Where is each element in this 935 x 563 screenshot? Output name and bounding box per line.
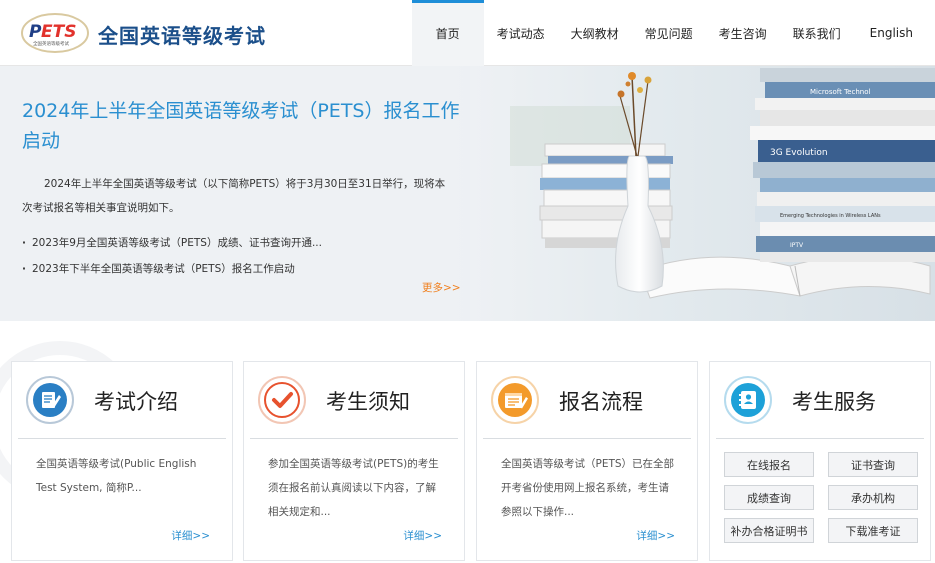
- card-divider: [250, 438, 458, 439]
- news-list: 2023年9月全国英语等级考试（PETS）成绩、证书查询开通... 2023年下…: [22, 230, 462, 282]
- card-summary: 参加全国英语等级考试(PETS)的考生须在报名前认真阅读以下内容，了解相关规定和…: [268, 458, 439, 518]
- nav-home[interactable]: 首页: [411, 0, 484, 66]
- pets-logo[interactable]: P ETS 全国英语等级考试: [20, 12, 90, 54]
- site-header: P ETS 全国英语等级考试 全国英语等级考试 首页 考试动态 大纲教材 常见问…: [0, 0, 935, 66]
- card-divider: [483, 438, 691, 439]
- service-download-admission-ticket-button[interactable]: 下载准考证: [828, 518, 918, 543]
- card-summary: 全国英语等级考试(Public English Test System, 简称P…: [36, 458, 197, 494]
- news-more-link[interactable]: 更多>>: [422, 280, 461, 295]
- checkmark-icon: [258, 376, 306, 424]
- services-grid: 在线报名 证书查询 成绩查询 承办机构 补办合格证明书 下载准考证: [724, 452, 920, 543]
- card-title[interactable]: 考生服务: [792, 386, 876, 416]
- banner-description: 2024年上半年全国英语等级考试（以下简称PETS）将于3月30日至31日举行，…: [22, 178, 446, 214]
- service-online-registration-button[interactable]: 在线报名: [724, 452, 814, 477]
- card-detail-link[interactable]: 详细>>: [403, 528, 442, 543]
- nav-english[interactable]: English: [854, 0, 935, 66]
- main-nav: 首页 考试动态 大纲教材 常见问题 考生咨询 联系我们 English: [411, 0, 935, 66]
- card-candidate-services: 考生服务 在线报名 证书查询 成绩查询 承办机构 补办合格证明书 下载准考证: [709, 361, 931, 561]
- book-spine-2: 3G Evolution: [770, 148, 828, 158]
- card-title[interactable]: 考生须知: [326, 386, 410, 416]
- service-host-institutions-button[interactable]: 承办机构: [828, 485, 918, 510]
- service-score-query-button[interactable]: 成绩查询: [724, 485, 814, 510]
- card-detail-link[interactable]: 详细>>: [636, 528, 675, 543]
- svg-text:全国英语等级考试: 全国英语等级考试: [33, 40, 69, 47]
- document-pen-icon: [26, 376, 74, 424]
- card-summary: 全国英语等级考试（PETS）已在全部开考省份使用网上报名系统，考生请参照以下操作…: [501, 458, 675, 518]
- book-spine-3: Emerging Technologies in Wireless LANs: [780, 213, 881, 219]
- nav-exam-news[interactable]: 考试动态: [484, 0, 558, 66]
- feature-cards: 考试介绍 全国英语等级考试(Public English Test System…: [0, 321, 935, 563]
- nav-syllabus[interactable]: 大纲教材: [558, 0, 632, 66]
- card-detail-link[interactable]: 详细>>: [171, 528, 210, 543]
- card-candidate-notice: 考生须知 参加全国英语等级考试(PETS)的考生须在报名前认真阅读以下内容，了解…: [243, 361, 465, 561]
- contacts-book-icon: [724, 376, 772, 424]
- nav-faq[interactable]: 常见问题: [632, 0, 706, 66]
- service-certificate-query-button[interactable]: 证书查询: [828, 452, 918, 477]
- card-title[interactable]: 报名流程: [559, 386, 643, 416]
- news-item[interactable]: 2023年9月全国英语等级考试（PETS）成绩、证书查询开通...: [22, 230, 462, 256]
- book-spine-4: IPTV: [790, 242, 804, 249]
- news-item[interactable]: 2023年下半年全国英语等级考试（PETS）报名工作启动: [22, 256, 462, 282]
- card-exam-intro: 考试介绍 全国英语等级考试(Public English Test System…: [11, 361, 233, 561]
- card-divider: [18, 438, 226, 439]
- books-vase-illustration: Microsoft Technol 3G Evolution Emerging …: [470, 66, 935, 321]
- svg-text:ETS: ETS: [41, 22, 76, 42]
- card-title[interactable]: 考试介绍: [94, 386, 178, 416]
- banner-headline[interactable]: 2024年上半年全国英语等级考试（PETS）报名工作启动: [22, 96, 462, 156]
- hero-banner: Microsoft Technol 3G Evolution Emerging …: [0, 66, 935, 321]
- right-book-stack: Microsoft Technol 3G Evolution Emerging …: [750, 68, 935, 262]
- service-reissue-certificate-button[interactable]: 补办合格证明书: [724, 518, 814, 543]
- nav-consult[interactable]: 考生咨询: [706, 0, 780, 66]
- site-title: 全国英语等级考试: [98, 24, 266, 48]
- book-spine-1: Microsoft Technol: [810, 88, 870, 96]
- nav-contact[interactable]: 联系我们: [780, 0, 854, 66]
- card-registration-process: 报名流程 全国英语等级考试（PETS）已在全部开考省份使用网上报名系统，考生请参…: [476, 361, 698, 561]
- card-divider: [716, 438, 924, 439]
- registration-form-icon: [491, 376, 539, 424]
